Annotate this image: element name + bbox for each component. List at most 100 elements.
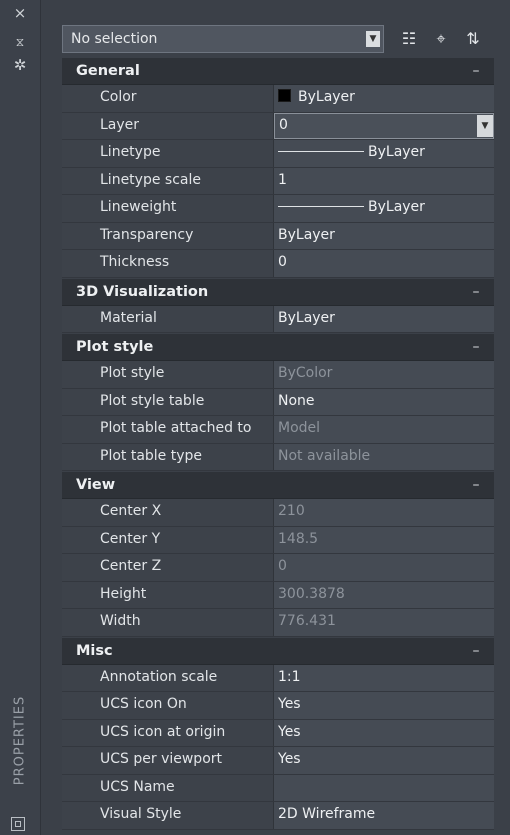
palette-side-strip: × ⧖ ✲ PROPERTIES <box>0 0 41 835</box>
property-row-visual-style: Visual Style 2D Wireframe <box>62 802 494 830</box>
property-row-plot-table-attached-to: Plot table attached to Model <box>62 416 494 444</box>
settings-icon[interactable]: ✲ <box>10 56 30 74</box>
property-label: Transparency <box>62 222 274 249</box>
property-value-text: None <box>278 392 315 409</box>
property-value-text: 1:1 <box>278 668 301 685</box>
property-label: Annotation scale <box>62 664 274 691</box>
selection-toolbar: No selection ▼ ☷ ⌖ ⇅ <box>62 25 494 55</box>
property-value[interactable]: Yes <box>274 747 494 774</box>
property-row-plot-style: Plot style ByColor <box>62 361 494 389</box>
property-value[interactable]: ByLayer <box>274 222 494 249</box>
section-header[interactable]: View – <box>62 472 494 499</box>
property-value[interactable]: Yes <box>274 719 494 746</box>
property-value[interactable]: ByLayer <box>274 195 494 222</box>
property-value: 210 <box>274 499 494 526</box>
section-misc: Misc – Annotation scale 1:1 UCS icon On Yes UC… <box>62 637 494 830</box>
property-label: Plot table attached to <box>62 416 274 443</box>
property-label: Layer <box>62 112 274 139</box>
property-label: UCS icon On <box>62 692 274 719</box>
property-value-text: Model <box>278 420 321 436</box>
property-row-width: Width 776.431 <box>62 609 494 637</box>
section-header[interactable]: General – <box>62 58 494 85</box>
property-value[interactable]: ByLayer <box>274 305 494 332</box>
property-label: Material <box>62 305 274 332</box>
collapse-icon[interactable]: – <box>466 63 486 79</box>
toggle-pickadd-icon[interactable]: ⇅ <box>462 28 484 50</box>
property-value-text: 2D Wireframe <box>278 806 376 822</box>
property-value-text: 148.5 <box>278 530 319 547</box>
section-3d-visualization: 3D Visualization – Material ByLayer <box>62 278 494 333</box>
property-value-text: 1 <box>278 171 287 188</box>
property-value[interactable]: None <box>274 388 494 415</box>
color-swatch-icon <box>278 89 291 102</box>
section-header[interactable]: Misc – <box>62 637 494 665</box>
property-value: ByColor <box>274 361 494 388</box>
property-row-height: Height 300.3878 <box>62 581 494 609</box>
property-value-text: 776.431 <box>278 613 336 629</box>
property-label: Plot style table <box>62 388 274 415</box>
autohide-icon[interactable]: ⧖ <box>10 33 30 51</box>
property-value[interactable]: 0 ▼ <box>274 112 494 139</box>
section-header[interactable]: Plot style – <box>62 334 494 361</box>
property-label: Center Z <box>62 554 274 581</box>
property-value[interactable]: ByLayer <box>274 140 494 167</box>
property-label: UCS per viewport <box>62 747 274 774</box>
property-value[interactable]: ByLayer <box>274 85 494 112</box>
property-value-text: 0 <box>278 558 287 574</box>
property-row-ucs-name: UCS Name <box>62 774 494 802</box>
property-label: UCS icon at origin <box>62 719 274 746</box>
property-label: Width <box>62 609 274 636</box>
chevron-down-icon[interactable]: ▼ <box>477 114 493 137</box>
select-objects-icon[interactable]: ⌖ <box>430 28 452 50</box>
property-value-text: ByLayer <box>368 199 425 215</box>
property-value: 776.431 <box>274 609 494 636</box>
property-value[interactable] <box>274 774 494 801</box>
quick-select-icon[interactable]: ☷ <box>398 28 420 50</box>
section-plot-style: Plot style – Plot style ByColor Plot style t… <box>62 334 494 471</box>
property-value[interactable]: 1 <box>274 167 494 194</box>
property-row-center-x: Center X 210 <box>62 499 494 527</box>
line-preview-icon <box>278 206 364 207</box>
palette-title: PROPERTIES <box>3 680 37 800</box>
section-title: General <box>76 63 140 79</box>
collapse-icon[interactable]: – <box>466 643 486 659</box>
section-title: 3D Visualization <box>76 283 209 300</box>
collapse-icon[interactable]: – <box>466 339 486 355</box>
property-value-text: Yes <box>278 696 301 712</box>
property-value[interactable]: Yes <box>274 692 494 719</box>
property-row-center-y: Center Y 148.5 <box>62 526 494 554</box>
collapse-icon[interactable]: – <box>466 477 486 493</box>
collapse-icon[interactable]: – <box>466 284 486 300</box>
property-sections: General – Color ByLayer Layer 0 ▼ Linetype ByLay… <box>62 58 494 830</box>
section-header[interactable]: 3D Visualization – <box>62 278 494 306</box>
property-value[interactable]: 1:1 <box>274 664 494 691</box>
section-title: View <box>76 477 116 493</box>
property-label: UCS Name <box>62 774 274 801</box>
selection-dropdown[interactable]: No selection ▼ <box>62 25 384 53</box>
property-value: Model <box>274 416 494 443</box>
selection-dropdown-value: No selection <box>71 31 158 47</box>
property-value[interactable]: 2D Wireframe <box>274 802 494 829</box>
chevron-down-icon[interactable]: ▼ <box>366 31 380 47</box>
property-row-transparency: Transparency ByLayer <box>62 222 494 250</box>
property-value: 300.3878 <box>274 581 494 608</box>
section-title: Misc <box>76 642 113 659</box>
property-label: Center X <box>62 499 274 526</box>
property-row-plot-style-table: Plot style table None <box>62 388 494 416</box>
layer-dropdown[interactable]: 0 ▼ <box>274 112 494 139</box>
property-label: Lineweight <box>62 195 274 222</box>
section-view: View – Center X 210 Center Y 148.5 Center Z 0 He… <box>62 472 494 637</box>
property-row-plot-table-type: Plot table type Not available <box>62 443 494 471</box>
property-label: Plot style <box>62 361 274 388</box>
close-icon[interactable]: × <box>10 4 30 22</box>
section-general: General – Color ByLayer Layer 0 ▼ Linetype ByLay… <box>62 58 494 278</box>
property-value-text: 300.3878 <box>278 585 345 602</box>
properties-window-icon[interactable] <box>11 817 25 831</box>
property-row-ucs-icon-at-origin: UCS icon at origin Yes <box>62 719 494 747</box>
property-value[interactable]: 0 <box>274 250 494 277</box>
section-title: Plot style <box>76 339 154 355</box>
property-row-ucs-per-viewport: UCS per viewport Yes <box>62 747 494 775</box>
property-value-text: ByLayer <box>298 89 355 105</box>
property-value-text: ByLayer <box>278 226 335 243</box>
property-value: 0 <box>274 554 494 581</box>
